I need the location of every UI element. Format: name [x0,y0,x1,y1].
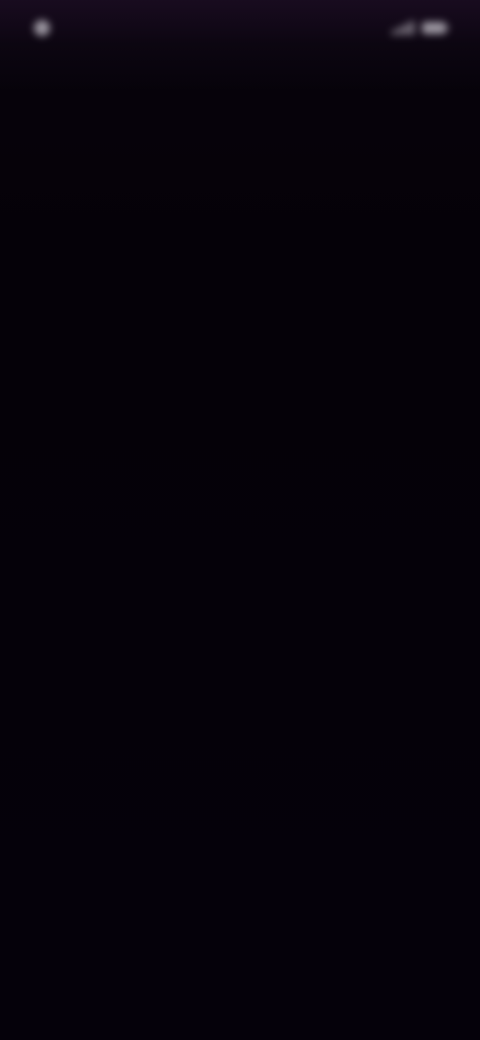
status-indicator-icon [34,20,50,36]
signal-icon [392,21,414,35]
status-right [384,21,449,35]
app-screen [0,0,480,1040]
hero-subtitle [34,354,446,474]
hero-section [34,310,446,474]
status-bar [0,0,480,56]
battery-icon [422,22,449,34]
status-left [34,20,58,36]
